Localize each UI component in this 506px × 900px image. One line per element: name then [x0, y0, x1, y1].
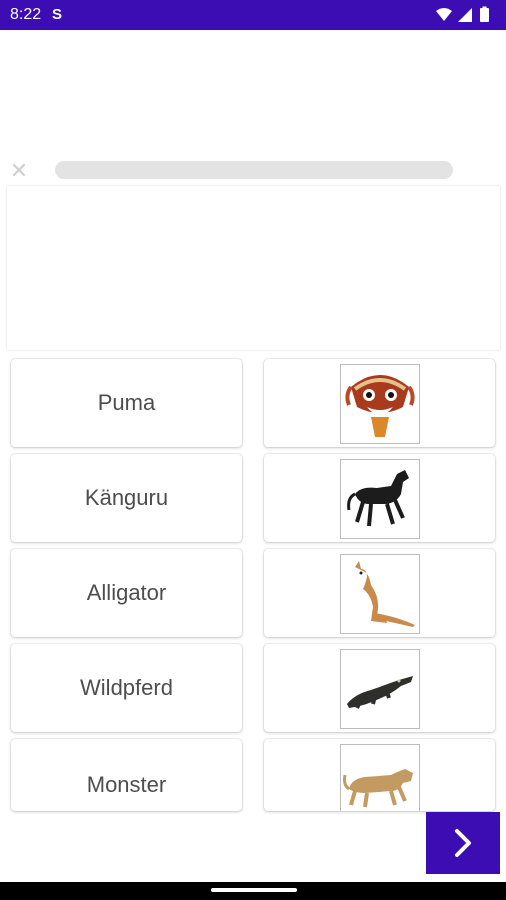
- puma-icon: [340, 744, 420, 811]
- alligator-icon: [340, 649, 420, 729]
- chevron-right-icon: [455, 829, 471, 857]
- word-label: Monster: [86, 772, 167, 797]
- word-card[interactable]: Monster: [11, 739, 242, 811]
- word-card[interactable]: Alligator: [11, 549, 242, 637]
- word-label: Wildpferd: [80, 675, 173, 700]
- question-area: [7, 186, 500, 350]
- image-card[interactable]: [264, 549, 495, 637]
- wifi-icon: [436, 8, 452, 21]
- word-label: Alligator: [86, 580, 167, 605]
- battery-icon: [480, 8, 489, 22]
- word-label: Puma: [97, 390, 156, 415]
- signal-icon: [458, 8, 472, 22]
- status-icons: [436, 6, 489, 22]
- notification-icon: S: [52, 6, 63, 23]
- word-card[interactable]: Wildpferd: [11, 644, 242, 732]
- status-bar: 8:22 S: [0, 0, 506, 30]
- image-card[interactable]: [264, 359, 495, 447]
- navigation-bar: [0, 882, 506, 900]
- word-card[interactable]: Puma: [11, 359, 242, 447]
- home-gesture-handle[interactable]: [211, 888, 297, 892]
- word-card[interactable]: Känguru: [11, 454, 242, 542]
- image-card[interactable]: [264, 644, 495, 732]
- demon-mask-icon: [340, 364, 420, 444]
- kangaroo-icon: [340, 554, 420, 634]
- progress-bar: [55, 161, 453, 179]
- image-card[interactable]: [264, 739, 495, 811]
- next-button[interactable]: [426, 812, 500, 874]
- status-time: 8:22: [10, 6, 42, 23]
- word-label: Känguru: [84, 485, 169, 510]
- image-card[interactable]: [264, 454, 495, 542]
- black-horse-icon: [340, 459, 420, 539]
- close-icon[interactable]: ✕: [9, 160, 29, 182]
